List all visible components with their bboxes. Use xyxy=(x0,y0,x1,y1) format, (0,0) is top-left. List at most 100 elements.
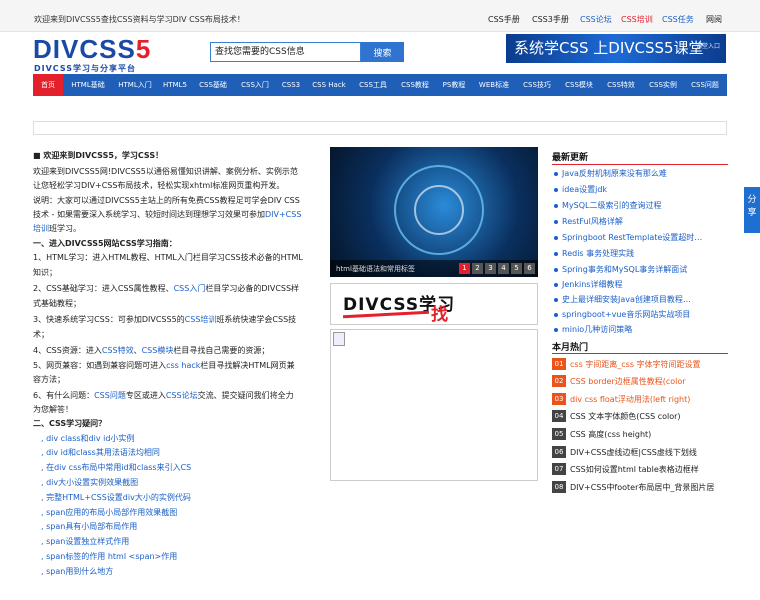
top-link-read[interactable]: 网阅 xyxy=(706,14,722,25)
link-divcss-training[interactable]: DIV+CSS xyxy=(265,210,301,219)
top-link-css-forum[interactable]: CSS论坛 xyxy=(580,14,612,25)
bullet-icon xyxy=(554,328,558,332)
top-link-css3-manual[interactable]: CSS3手册 xyxy=(532,14,569,25)
guide-step: 为您解答！ xyxy=(33,405,73,414)
guide-step: 4、CSS资源：进入CSS特效、CSS模块栏目寻找自己需要的资源； xyxy=(33,346,270,355)
nav-css-questions[interactable]: CSS问题 xyxy=(685,74,725,96)
update-link[interactable]: springboot+vue音乐网站实战项目 xyxy=(562,309,690,320)
intro-paragraph-line: 欢迎来到DIVCSS5网!DIVCSS5以通俗易懂知识讲解、案例分析、实例示范 xyxy=(33,167,298,176)
intro-paragraph-line: 说明：大家可以通过DIVCSS5主站上的所有免费CSS教程足可学会DIV CSS xyxy=(33,196,300,205)
bullet-icon xyxy=(554,283,558,287)
guide-step: 容方法； xyxy=(33,375,65,384)
hot-title: 本月热门 xyxy=(552,343,589,353)
guide-step: 2、CSS基础学习：进入CSS属性教程、CSS入门栏目学习必备的DIVCSS样 xyxy=(33,284,300,293)
slider-page-4[interactable]: 4 xyxy=(498,263,509,274)
nav-css-tools[interactable]: CSS工具 xyxy=(353,74,393,96)
link-css-effects[interactable]: CSS特效 xyxy=(102,346,134,355)
nav-css-tutorial[interactable]: CSS教程 xyxy=(395,74,435,96)
faq-link[interactable]: , 在div css布局中常用id和class来引入CS xyxy=(41,462,191,473)
bullet-icon xyxy=(554,268,558,272)
update-link[interactable]: Java反射机制原来没有那么难 xyxy=(562,168,667,179)
link-css-questions[interactable]: CSS问题 xyxy=(94,391,126,400)
slider-page-3[interactable]: 3 xyxy=(485,263,496,274)
image-slider[interactable]: html基础语法和常用标签 1 2 3 4 5 6 xyxy=(330,147,538,277)
nav-css-intro[interactable]: CSS入门 xyxy=(235,74,275,96)
main-nav: 首页 HTML基础 HTML入门 HTML5 CSS基础 CSS入门 CSS3 … xyxy=(33,74,727,96)
nav-web-standards[interactable]: WEB标准 xyxy=(473,74,515,96)
bullet-icon xyxy=(554,220,558,224)
faq-link[interactable]: , span标签的作用 html <span>作用 xyxy=(41,551,177,562)
update-link[interactable]: idea设置jdk xyxy=(562,184,607,195)
top-link-css-manual[interactable]: CSS手册 xyxy=(488,14,520,25)
faq-link[interactable]: , span用到什么地方 xyxy=(41,566,113,577)
intro-paragraph-line: 技术 - 如果需要深入系统学习、较短时间达到理想学习效果可参加DIV+CSS xyxy=(33,210,302,219)
nav-ps-tutorial[interactable]: PS教程 xyxy=(437,74,471,96)
faq-link[interactable]: , span具有小局部布局作用 xyxy=(41,521,137,532)
nav-home[interactable]: 首页 xyxy=(33,74,63,96)
update-link[interactable]: Springboot RestTemplate设置超时… xyxy=(562,232,702,243)
slider-caption: html基础语法和常用标签 xyxy=(336,265,415,273)
nav-html5[interactable]: HTML5 xyxy=(159,74,191,96)
nav-css-tips[interactable]: CSS技巧 xyxy=(517,74,557,96)
slider-graphic xyxy=(414,185,464,235)
nav-css-hack[interactable]: CSS Hack xyxy=(307,74,351,96)
share-button[interactable]: 分享 xyxy=(744,187,760,233)
faq-link[interactable]: , div class和div id小实例 xyxy=(41,433,134,444)
link-css-hack[interactable]: css hack xyxy=(166,361,200,370)
bullet-icon xyxy=(554,252,558,256)
link-css-intro[interactable]: CSS入门 xyxy=(174,284,206,293)
banner-ad[interactable]: 系统学CSS 上DIVCSS5课堂 课堂入口 xyxy=(506,34,726,63)
image-placeholder xyxy=(330,329,538,481)
link-css-forum[interactable]: CSS论坛 xyxy=(166,391,198,400)
guide-step: 式基础教程； xyxy=(33,299,81,308)
link-css-training[interactable]: CSS培训 xyxy=(185,315,217,324)
update-link[interactable]: MySQL二级索引的查询过程 xyxy=(562,200,661,211)
faq-link[interactable]: , div大小设置实例效果截图 xyxy=(41,477,138,488)
nav-css-effects[interactable]: CSS特效 xyxy=(601,74,641,96)
update-link[interactable]: minio几种访问策略 xyxy=(562,324,632,335)
top-link-css-training[interactable]: CSS培训 xyxy=(621,14,653,25)
faq-link[interactable]: , div id和class其用法语法均相同 xyxy=(41,447,160,458)
link-training[interactable]: 培训 xyxy=(33,224,49,233)
update-link[interactable]: RestFul风格详解 xyxy=(562,216,623,227)
bullet-icon xyxy=(554,172,558,176)
nav-html-basics[interactable]: HTML基础 xyxy=(65,74,111,96)
update-link[interactable]: 史上最详细安装Java创建项目教程… xyxy=(562,294,691,305)
bullet-icon xyxy=(554,313,558,317)
intro-paragraph-line: 让您轻松学习DIV+CSS布局技术，轻松实现xhtml标准网页重构开发。 xyxy=(33,181,285,190)
nav-html-intro[interactable]: HTML入门 xyxy=(113,74,157,96)
update-link[interactable]: Spring事务和MySQL事务详解面试 xyxy=(562,264,687,275)
update-link[interactable]: Redis 事务处理实践 xyxy=(562,248,634,259)
faq-link[interactable]: , span设置独立样式作用 xyxy=(41,536,129,547)
nav-css-basics[interactable]: CSS基础 xyxy=(193,74,233,96)
slider-page-2[interactable]: 2 xyxy=(472,263,483,274)
guide-step: 6、有什么问题：CSS问题专区或进入CSS论坛交流、提交疑问我们将全力 xyxy=(33,391,294,400)
nav-css3[interactable]: CSS3 xyxy=(277,74,305,96)
updates-title: 最新更新 xyxy=(552,153,589,163)
notice-bar xyxy=(33,121,727,135)
welcome-text: 欢迎来到DIVCSS5查找CSS资料与学习DIV CSS布局技术！ xyxy=(34,15,245,24)
faq-link[interactable]: , span应用的布局小局部作用效果截图 xyxy=(41,507,177,518)
top-links: CSS手册 CSS3手册 CSS论坛 CSS培训 CSS任务 网阅 xyxy=(488,14,738,26)
promo-ad[interactable]: DIVCSS学习 找DIVCSS5！ xyxy=(330,283,538,325)
logo-tagline: DIVCSS学习与分享平台 xyxy=(34,64,136,73)
search-button[interactable]: 搜索 xyxy=(361,42,404,62)
top-link-css-task[interactable]: CSS任务 xyxy=(662,14,694,25)
nav-css-examples[interactable]: CSS实例 xyxy=(643,74,683,96)
slider-page-5[interactable]: 5 xyxy=(511,263,522,274)
guide-heading: 一、进入DIVCSS5网站CSS学习指南： xyxy=(33,239,177,248)
slider-page-6[interactable]: 6 xyxy=(524,263,535,274)
faq-link[interactable]: , 完整HTML+CSS设置div大小的实例代码 xyxy=(41,492,191,503)
update-link[interactable]: Jenkins详细教程 xyxy=(562,279,622,290)
guide-step: 5、网页兼容：如遇到兼容问题可进入css hack栏目寻找解决HTML网页兼 xyxy=(33,361,295,370)
bullet-icon xyxy=(554,236,558,240)
top-bar: 欢迎来到DIVCSS5查找CSS资料与学习DIV CSS布局技术！ CSS手册 … xyxy=(0,0,760,32)
site-logo[interactable]: DIVCSS5 xyxy=(33,35,150,63)
guide-step: 3、快速系统学习CSS：可参加DIVCSS5的CSS培训班系统快速学会CSS技 xyxy=(33,315,297,324)
slider-page-1[interactable]: 1 xyxy=(459,263,470,274)
search-input[interactable] xyxy=(210,42,361,62)
link-css-modules[interactable]: CSS模块 xyxy=(142,346,174,355)
nav-css-modules[interactable]: CSS模块 xyxy=(559,74,599,96)
guide-step: 术； xyxy=(33,330,49,339)
guide-step: 知识； xyxy=(33,268,57,277)
